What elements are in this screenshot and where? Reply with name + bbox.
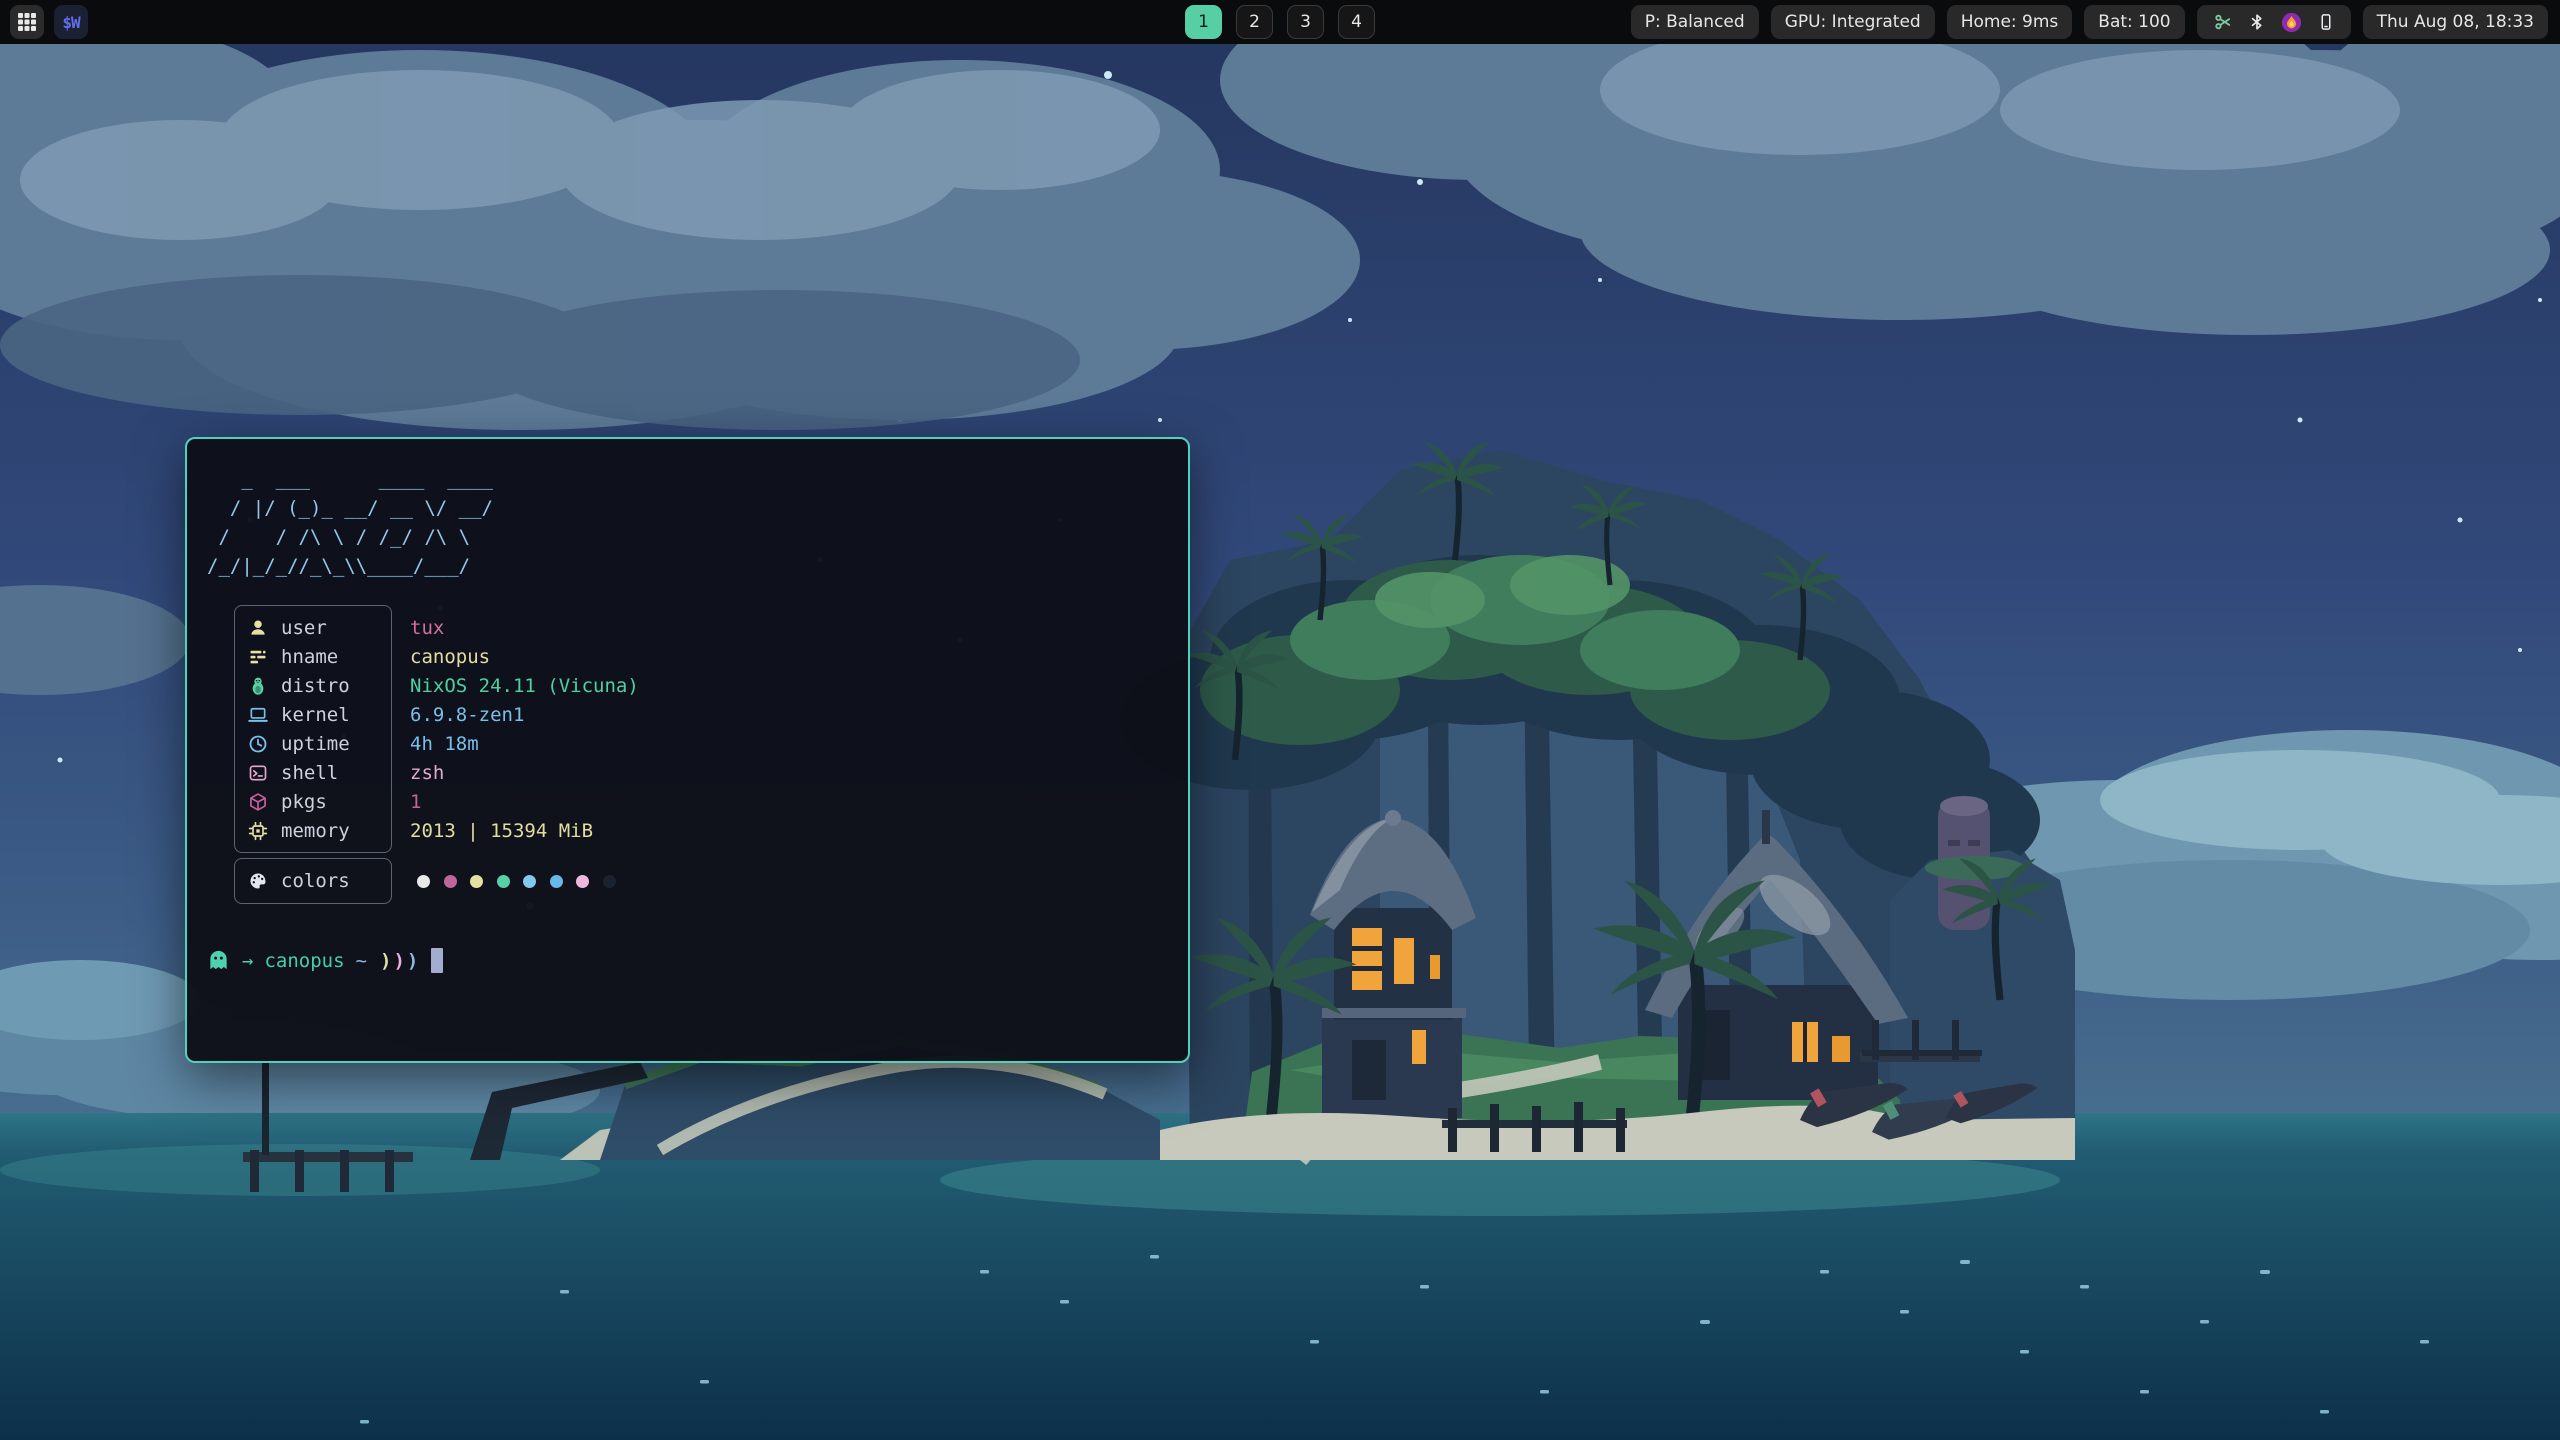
palette-dot: [523, 875, 536, 888]
fetch-label: user: [281, 617, 327, 639]
workspace-3[interactable]: 3: [1287, 5, 1324, 39]
workspace-2[interactable]: 2: [1236, 5, 1273, 39]
workspace-1[interactable]: 1: [1185, 5, 1222, 39]
ascii-logo: _ ___ ____ ____ / |/ (_)_ __/ __ \/ __/ …: [207, 465, 1188, 581]
logo-text: $W: [62, 13, 79, 32]
fetch-row-user: user: [235, 613, 391, 642]
fetch-row-distro: distro: [235, 671, 391, 700]
fetch-value-shell: zsh: [410, 758, 639, 787]
distro-logo-button[interactable]: $W: [54, 5, 88, 39]
battery-pill[interactable]: Bat: 100: [2084, 5, 2184, 39]
pkgs-icon: [247, 792, 269, 812]
host-icon: [247, 647, 269, 667]
sea: [0, 1113, 2560, 1440]
fetch-label: hname: [281, 646, 338, 668]
user-icon: [247, 618, 269, 638]
colors-label: colors: [281, 870, 350, 892]
palette-dot: [550, 875, 563, 888]
fetch-row-hname: hname: [235, 642, 391, 671]
terminal-window[interactable]: _ ___ ____ ____ / |/ (_)_ __/ __ \/ __/ …: [185, 437, 1190, 1063]
fetch-label: shell: [281, 762, 338, 784]
fetch-label: kernel: [281, 704, 350, 726]
colors-row: colors: [234, 858, 1188, 904]
fetch-value-user: tux: [410, 613, 639, 642]
palette-dot: [470, 875, 483, 888]
kernel-icon: [247, 705, 269, 725]
clock-pill[interactable]: Thu Aug 08, 18:33: [2363, 5, 2548, 39]
system-tray: [2197, 5, 2351, 39]
ghost-icon: [207, 949, 230, 972]
fetch-value-distro: NixOS 24.11 (Vicuna): [410, 671, 639, 700]
top-bar: $W 1 2 3 4 P: Balanced GPU: Integrated H…: [0, 0, 2560, 44]
workspace-switcher: 1 2 3 4: [1185, 5, 1375, 39]
shell-prompt[interactable]: → canopus ~ ) ) ): [207, 948, 1188, 973]
bluetooth-icon[interactable]: [2248, 12, 2266, 32]
flame-icon[interactable]: [2281, 12, 2302, 33]
fetch-label-box: user hname: [234, 605, 392, 853]
fetch-value-kernel: 6.9.8-zen1: [410, 700, 639, 729]
text-cursor[interactable]: [431, 948, 443, 973]
fetch-value-pkgs: 1: [410, 787, 639, 816]
memory-icon: [247, 821, 269, 841]
fetch-table: user hname: [234, 605, 1188, 853]
scissors-icon[interactable]: [2213, 12, 2233, 32]
prompt-chevrons: ) ) ): [380, 950, 420, 972]
colors-box: colors: [234, 858, 392, 904]
fetch-value-uptime: 4h 18m: [410, 729, 639, 758]
palette-dots: [417, 875, 616, 888]
prompt-path: ~: [356, 950, 367, 972]
palette-dot: [417, 875, 430, 888]
uptime-icon: [247, 734, 269, 754]
chevron-2: ): [393, 950, 406, 972]
phone-icon[interactable]: [2317, 12, 2335, 32]
workspace-4[interactable]: 4: [1338, 5, 1375, 39]
distro-icon: [247, 676, 269, 696]
fetch-row-kernel: kernel: [235, 700, 391, 729]
palette-dot: [576, 875, 589, 888]
power-profile-pill[interactable]: P: Balanced: [1631, 5, 1759, 39]
apps-grid-icon: [17, 12, 37, 32]
fetch-label: memory: [281, 820, 350, 842]
shell-icon: [247, 763, 269, 783]
fetch-label: uptime: [281, 733, 350, 755]
bar-left-group: $W: [10, 5, 88, 39]
palette-dot: [444, 875, 457, 888]
app-launcher-button[interactable]: [10, 5, 44, 39]
prompt-hostname: canopus: [264, 950, 344, 972]
palette-icon: [247, 871, 269, 891]
fetch-value-hname: canopus: [410, 642, 639, 671]
palette-dot: [603, 875, 616, 888]
fetch-row-pkgs: pkgs: [235, 787, 391, 816]
chevron-3: ): [407, 950, 420, 972]
latency-pill[interactable]: Home: 9ms: [1947, 5, 2073, 39]
palette-dot: [497, 875, 510, 888]
chevron-1: ): [380, 950, 393, 972]
fetch-values: tux canopus NixOS 24.11 (Vicuna) 6.9.8-z…: [410, 605, 639, 853]
fetch-row-shell: shell: [235, 758, 391, 787]
fetch-row-memory: memory: [235, 816, 391, 845]
fetch-label: distro: [281, 675, 350, 697]
status-area: P: Balanced GPU: Integrated Home: 9ms Ba…: [1631, 5, 2548, 39]
prompt-arrow: →: [242, 950, 253, 972]
fetch-value-memory: 2013 | 15394 MiB: [410, 816, 639, 845]
fetch-label: pkgs: [281, 791, 327, 813]
fetch-row-uptime: uptime: [235, 729, 391, 758]
gpu-pill[interactable]: GPU: Integrated: [1771, 5, 1935, 39]
